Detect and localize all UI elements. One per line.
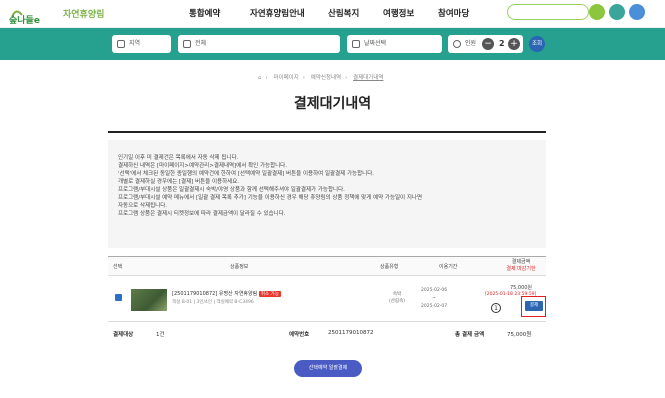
date-picker[interactable]: 날짜선택 <box>347 35 442 53</box>
user-icon[interactable] <box>629 4 645 20</box>
home-icon[interactable]: ⌂ <box>258 75 262 81</box>
pay-amount: 75,000원 <box>509 285 533 291</box>
reservation-title[interactable]: [2501179010872] 유명산 자연휴양림 취소 가능 <box>172 290 281 297</box>
room-thumbnail <box>131 289 167 311</box>
col-type: 상품유형 <box>380 264 399 270</box>
notice-line: 자동으로 삭제됩니다. <box>118 203 168 209</box>
col-period: 이용기간 <box>439 264 458 270</box>
summary-total: 75,000원 <box>507 332 532 338</box>
calendar-icon <box>352 40 360 48</box>
bulk-pay-button[interactable]: 선택예약 일괄결제 <box>294 360 362 377</box>
period-start: 2025-02-06 <box>421 288 448 293</box>
col-pay: 결제금액 결제 마감기한 <box>496 259 546 273</box>
summary-count-label: 결제대상 <box>113 332 134 338</box>
col-pay-amount: 결제금액 <box>511 259 531 265</box>
person-icon <box>453 40 461 48</box>
nav-item-community[interactable]: 참여마당 <box>438 7 469 19</box>
increase-button[interactable]: + <box>508 38 520 50</box>
table-header: 선택 상품정보 상품유형 이용기간 결제금액 결제 마감기한 <box>108 256 546 276</box>
tree-icon <box>183 40 191 48</box>
nav-item-forest-info[interactable]: 자연휴양림안내 <box>250 7 305 19</box>
people-count: 2 <box>499 39 505 48</box>
summary-number-label: 예약번호 <box>289 332 310 338</box>
row-checkbox[interactable] <box>115 294 122 301</box>
nav-item-welfare[interactable]: 산림복지 <box>328 7 359 19</box>
summary-total-label: 총 결제 금액 <box>455 332 485 338</box>
table-row: [2501179010872] 유명산 자연휴양림 취소 가능 객실 B-01 … <box>108 277 546 322</box>
forest-select[interactable]: 전체 <box>178 35 340 53</box>
header-search-input[interactable] <box>507 4 589 20</box>
site-subtitle: 자연휴양림 <box>63 10 105 20</box>
col-product: 상품정보 <box>230 264 249 270</box>
col-select: 선택 <box>113 264 123 270</box>
people-label: 인원 <box>465 40 477 47</box>
search-button[interactable]: 조회 <box>529 36 545 52</box>
logo[interactable]: 숲나들e <box>8 3 50 25</box>
nav-item-booking[interactable]: 통합예약 <box>189 7 220 19</box>
map-icon <box>117 40 125 48</box>
notice-line: 프로그램/부대시설 예약 메뉴에서 [일괄 결제 목록 추가] 기능을 이용하신… <box>118 195 423 201</box>
col-pay-deadline: 결제 마감기한 <box>506 266 536 272</box>
notice-line: 결제하신 내역은 [마이페이지>예약관리>결제내역]에서 확인 가능합니다. <box>118 163 287 169</box>
step-marker: 1 <box>491 303 501 313</box>
decrease-button[interactable]: − <box>482 38 494 50</box>
breadcrumb-mypage[interactable]: 마이페이지 <box>273 75 298 81</box>
site-header: 숲나들e 자연휴양림 통합예약 자연휴양림안내 산림복지 여행정보 참여마당 <box>0 0 665 28</box>
region-placeholder: 지역 <box>129 40 141 47</box>
svg-text:숲나들e: 숲나들e <box>9 14 40 25</box>
date-placeholder: 날짜선택 <box>364 40 387 47</box>
page-title: 결제대기내역 <box>293 96 372 112</box>
nav-item-travel[interactable]: 여행정보 <box>383 7 414 19</box>
region-select[interactable]: 지역 <box>112 35 171 53</box>
notice-line: 인기일 이후 미 결제건은 목록에서 자동 삭제 됩니다. <box>118 155 239 161</box>
divider <box>108 131 546 133</box>
sitemap-icon[interactable] <box>609 4 625 20</box>
breadcrumb-current[interactable]: 결제대기내역 <box>353 75 383 81</box>
period-end: 2025-02-07 <box>421 304 448 309</box>
breadcrumb: ⌂ › 마이페이지 › 예약신청내역 › 결제대기내역 <box>258 75 384 81</box>
status-badge: 취소 가능 <box>258 291 281 297</box>
summary-count: 1건 <box>156 332 165 338</box>
type-line: (산림숙) <box>389 299 405 304</box>
booking-search-bar: 지역 전체 날짜선택 인원 − 2 + <box>0 28 665 60</box>
people-stepper: 인원 − 2 + <box>448 35 523 53</box>
summary-number: 2501179010872 <box>328 330 374 336</box>
notice-box: 인기일 이후 미 결제건은 목록에서 자동 삭제 됩니다. 결제하신 내역은 [… <box>108 140 546 248</box>
search-icon[interactable] <box>589 4 605 20</box>
notice-line: 프로그램/부대시설 상품은 일괄결제시 숙박/야영 상품과 함께 선택해주셔야 … <box>118 187 345 193</box>
pay-button[interactable]: 결제 <box>525 301 543 311</box>
type-line: 숙박 <box>392 292 402 297</box>
usage-period: 2025-02-06 ~ 2025-02-07 <box>421 287 447 311</box>
notice-line: '선택'에서 체크된 동일한 종일행의 예약건에 한하여 [선택예약 일괄결제]… <box>118 171 374 177</box>
notice-line: 프로그램 상품은 결제시 티켓정보에 따라 결제금액이 달라질 수 있습니다. <box>118 211 286 217</box>
reservation-name: [2501179010872] 유명산 자연휴양림 <box>172 291 258 297</box>
period-sep: ~ <box>432 296 436 301</box>
notice-line: 개별로 결제하실 경우에는 [결제] 버튼을 이용하세요. <box>118 179 240 185</box>
forest-value: 전체 <box>195 40 207 47</box>
product-type: 숙박 (산림숙) <box>387 291 407 305</box>
breadcrumb-reservations[interactable]: 예약신청내역 <box>311 75 341 81</box>
reservation-detail: 객실 B-01 | 3인/4인 | 객실예약 B-C3496 <box>172 300 254 305</box>
